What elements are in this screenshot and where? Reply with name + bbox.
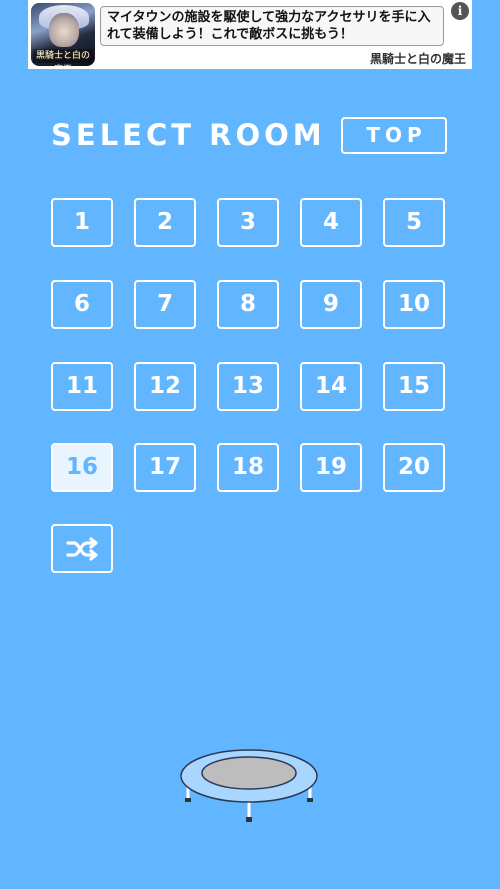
room-button-12[interactable]: 12 (134, 362, 196, 411)
room-button-9[interactable]: 9 (300, 280, 362, 329)
page-title: SELECT ROOM (51, 118, 326, 152)
ad-thumbnail-logo: 黒騎士と白の魔王 (33, 49, 93, 66)
room-button-4[interactable]: 4 (300, 198, 362, 247)
room-button-16-current[interactable]: 16 (51, 443, 113, 492)
room-button-7[interactable]: 7 (134, 280, 196, 329)
ad-thumbnail-image[interactable]: 黒騎士と白の魔王 (31, 3, 95, 66)
room-button-2[interactable]: 2 (134, 198, 196, 247)
room-button-10[interactable]: 10 (383, 280, 445, 329)
room-button-17[interactable]: 17 (134, 443, 196, 492)
room-button-18[interactable]: 18 (217, 443, 279, 492)
ad-headline[interactable]: マイタウンの施設を駆使して強力なアクセサリを手に入れて装備しよう！これで敵ボスに… (100, 6, 444, 46)
top-button[interactable]: TOP (341, 117, 447, 154)
trampoline-mat (201, 756, 297, 790)
trampoline-illustration (180, 749, 318, 822)
room-button-1[interactable]: 1 (51, 198, 113, 247)
room-button-14[interactable]: 14 (300, 362, 362, 411)
room-button-13[interactable]: 13 (217, 362, 279, 411)
room-button-20[interactable]: 20 (383, 443, 445, 492)
room-button-6[interactable]: 6 (51, 280, 113, 329)
room-button-11[interactable]: 11 (51, 362, 113, 411)
ad-source-label: 黒騎士と白の魔王 (369, 52, 466, 66)
room-button-8[interactable]: 8 (217, 280, 279, 329)
shuffle-icon (66, 537, 98, 561)
random-room-button[interactable] (51, 524, 113, 573)
info-icon[interactable]: i (451, 2, 469, 20)
room-button-15[interactable]: 15 (383, 362, 445, 411)
room-button-19[interactable]: 19 (300, 443, 362, 492)
ad-thumbnail-face (49, 13, 79, 47)
room-button-5[interactable]: 5 (383, 198, 445, 247)
room-button-3[interactable]: 3 (217, 198, 279, 247)
ad-banner[interactable]: 黒騎士と白の魔王 マイタウンの施設を駆使して強力なアクセサリを手に入れて装備しよ… (28, 0, 472, 69)
